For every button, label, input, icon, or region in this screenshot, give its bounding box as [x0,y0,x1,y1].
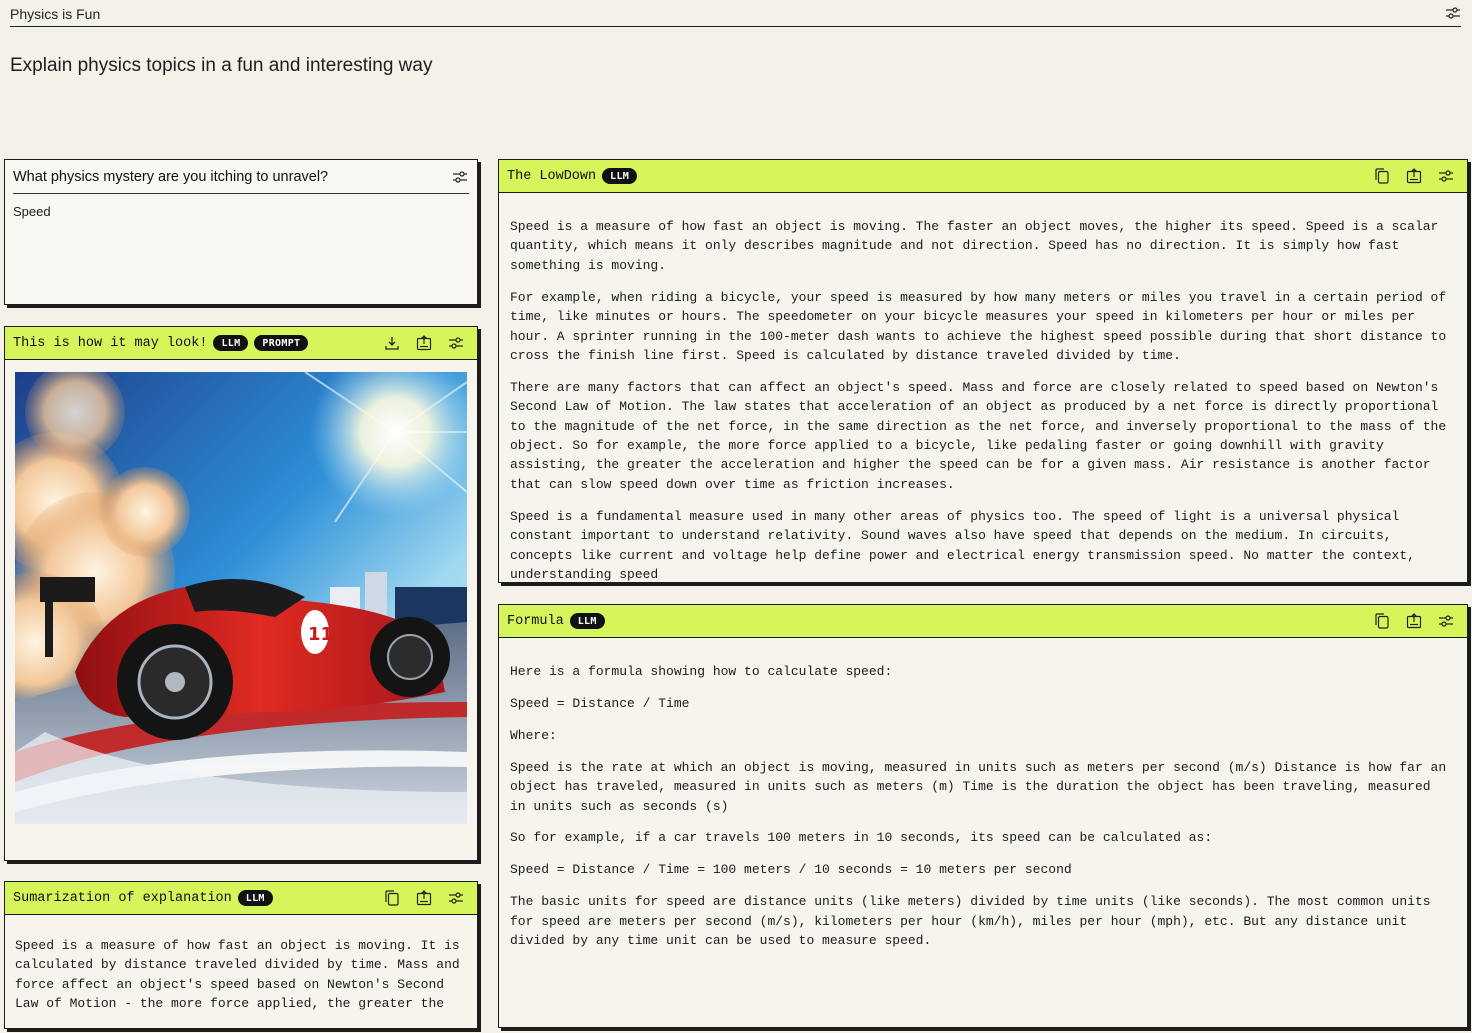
lowdown-paragraph: Speed is a measure of how fast an object… [510,219,1439,273]
app-title: Physics is Fun [10,5,101,22]
formula-paragraph: Here is a formula showing how to calcula… [510,664,893,679]
settings-sliders-icon[interactable] [451,168,469,186]
share-icon[interactable] [1405,612,1423,630]
share-icon[interactable] [415,334,433,352]
formula-paragraph: The basic units for speed are distance u… [510,894,1431,949]
generated-race-car-image: 11 [15,372,467,824]
summary-text-area: Speed is a measure of how fast an object… [5,915,477,1014]
formula-card-header: Formula LLM [499,605,1467,638]
lowdown-paragraph: Speed is a fundamental measure used in m… [510,508,1415,581]
prompt-badge: PROMPT [254,335,309,351]
lowdown-card-title: The LowDown [507,168,597,184]
settings-sliders-icon[interactable] [1445,5,1461,21]
race-car-illustration: 11 [15,372,467,824]
formula-paragraph: Where: [510,727,557,743]
formula-text-area: Here is a formula showing how to calcula… [499,638,1467,950]
llm-badge: LLM [602,168,638,184]
question-input-card: What physics mystery are you itching to … [4,159,478,305]
question-card-title: What physics mystery are you itching to … [13,168,329,185]
lowdown-paragraph: For example, when riding a bicycle, your… [510,289,1447,363]
formula-card-title: Formula [507,613,564,629]
question-card-header: What physics mystery are you itching to … [5,160,477,193]
top-bar: Physics is Fun [10,0,1461,27]
formula-paragraph: So for example, if a car travels 100 met… [510,830,1213,846]
copy-icon[interactable] [1373,167,1391,185]
copy-icon[interactable] [383,889,401,907]
svg-text:11: 11 [308,624,333,645]
settings-sliders-icon[interactable] [447,334,465,352]
lowdown-card-header: The LowDown LLM [499,160,1467,193]
settings-sliders-icon[interactable] [1437,167,1455,185]
lowdown-text-area: Speed is a measure of how fast an object… [499,193,1467,581]
share-icon[interactable] [1405,167,1423,185]
formula-card: Formula LLM Here is a formula showing ho… [498,604,1468,1028]
copy-icon[interactable] [1373,612,1391,630]
llm-badge: LLM [213,335,249,351]
image-card-title: This is how it may look! [13,335,208,351]
image-card: This is how it may look! LLM PROMPT 11 [4,326,478,861]
settings-sliders-icon[interactable] [447,889,465,907]
settings-sliders-icon[interactable] [1437,612,1455,630]
page-subtitle: Explain physics topics in a fun and inte… [10,55,433,76]
question-input[interactable]: Speed [5,194,477,229]
summary-card-header: Sumarization of explanation LLM [5,882,477,915]
summary-card: Sumarization of explanation LLM Speed is… [4,881,478,1029]
lowdown-card: The LowDown LLM Speed is a measure of ho… [498,159,1468,583]
llm-badge: LLM [569,613,605,629]
formula-paragraph: Speed = Distance / Time [510,695,690,711]
share-icon[interactable] [415,889,433,907]
lowdown-paragraph: There are many factors that can affect a… [510,379,1447,492]
image-card-header: This is how it may look! LLM PROMPT [5,327,477,360]
summary-text: Speed is a measure of how fast an object… [15,938,460,1012]
formula-paragraph: Speed = Distance / Time = 100 meters / 1… [510,862,1072,878]
formula-paragraph: Speed is the rate at which an object is … [510,759,1447,814]
summary-card-title: Sumarization of explanation [13,890,232,906]
llm-badge: LLM [237,890,273,906]
download-icon[interactable] [383,334,401,352]
